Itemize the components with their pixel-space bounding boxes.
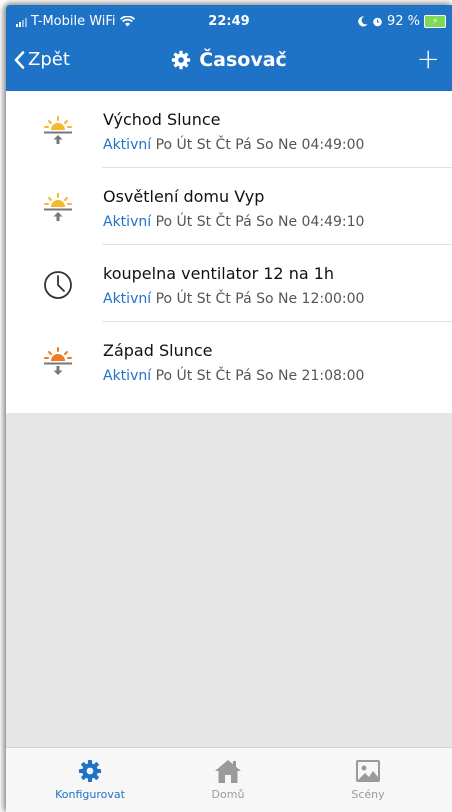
home-icon xyxy=(215,760,241,783)
timer-schedule: Aktivní Po Út St Čt Pá So Ne 21:08:00 xyxy=(103,368,364,384)
timer-days: Po Út St Čt Pá So Ne 21:08:00 xyxy=(155,368,365,384)
tab-home-label: Domů xyxy=(211,788,245,801)
gear-icon xyxy=(78,759,102,783)
timer-name: Osvětlení domu Vyp xyxy=(103,187,265,206)
alarm-icon xyxy=(373,17,382,27)
clock-icon xyxy=(44,271,72,299)
title-label: Časovač xyxy=(199,49,287,71)
timer-name: Východ Slunce xyxy=(103,110,221,129)
scenes-icon xyxy=(356,760,380,782)
tab-scenes[interactable]: Scény xyxy=(308,756,428,801)
status-bar: T-Mobile WiFi 22:49 92 % ⚡ xyxy=(6,5,452,37)
timer-schedule: Aktivní Po Út St Čt Pá So Ne 04:49:00 xyxy=(103,137,364,153)
battery-icon: ⚡ xyxy=(424,15,446,28)
timer-schedule: Aktivní Po Út St Čt Pá So Ne 04:49:10 xyxy=(103,214,364,230)
nav-bar: Zpět Časovač + xyxy=(6,41,452,85)
status-right: 92 % ⚡ xyxy=(358,14,446,29)
timer-status: Aktivní xyxy=(103,137,152,153)
timer-status: Aktivní xyxy=(103,368,152,384)
tab-home[interactable]: Domů xyxy=(168,756,288,801)
timer-name: Západ Slunce xyxy=(103,341,213,360)
timer-row[interactable]: koupelna ventilator 12 na 1h Aktivní Po … xyxy=(6,245,452,322)
battery-percent: 92 % xyxy=(386,14,420,29)
timer-days: Po Út St Čt Pá So Ne 12:00:00 xyxy=(155,291,365,307)
sunrise-icon xyxy=(44,193,72,221)
gear-icon xyxy=(171,50,191,70)
page-title: Časovač xyxy=(6,49,452,71)
timer-row[interactable]: Osvětlení domu Vyp Aktivní Po Út St Čt P… xyxy=(6,168,452,245)
timer-schedule: Aktivní Po Út St Čt Pá So Ne 12:00:00 xyxy=(103,291,364,307)
timer-days: Po Út St Čt Pá So Ne 04:49:10 xyxy=(155,214,365,230)
tab-bar: Konfigurovat Domů Scény xyxy=(6,747,452,812)
add-timer-button[interactable]: + xyxy=(417,45,440,73)
timer-row[interactable]: Západ Slunce Aktivní Po Út St Čt Pá So N… xyxy=(6,322,452,399)
timer-status: Aktivní xyxy=(103,291,152,307)
timer-name: koupelna ventilator 12 na 1h xyxy=(103,264,335,283)
app-screen: T-Mobile WiFi 22:49 92 % ⚡ Zpět Časovač … xyxy=(6,5,452,812)
sunrise-icon xyxy=(44,116,72,144)
app-header: T-Mobile WiFi 22:49 92 % ⚡ Zpět Časovač … xyxy=(6,5,452,91)
timer-status: Aktivní xyxy=(103,214,152,230)
tab-scenes-label: Scény xyxy=(351,788,385,801)
timer-list: Východ Slunce Aktivní Po Út St Čt Pá So … xyxy=(6,91,452,413)
sunset-icon xyxy=(44,347,72,375)
tab-configure[interactable]: Konfigurovat xyxy=(30,756,150,801)
timer-days: Po Út St Čt Pá So Ne 04:49:00 xyxy=(155,137,365,153)
tab-configure-label: Konfigurovat xyxy=(55,788,125,801)
moon-icon xyxy=(358,16,368,27)
timer-row[interactable]: Východ Slunce Aktivní Po Út St Čt Pá So … xyxy=(6,91,452,168)
